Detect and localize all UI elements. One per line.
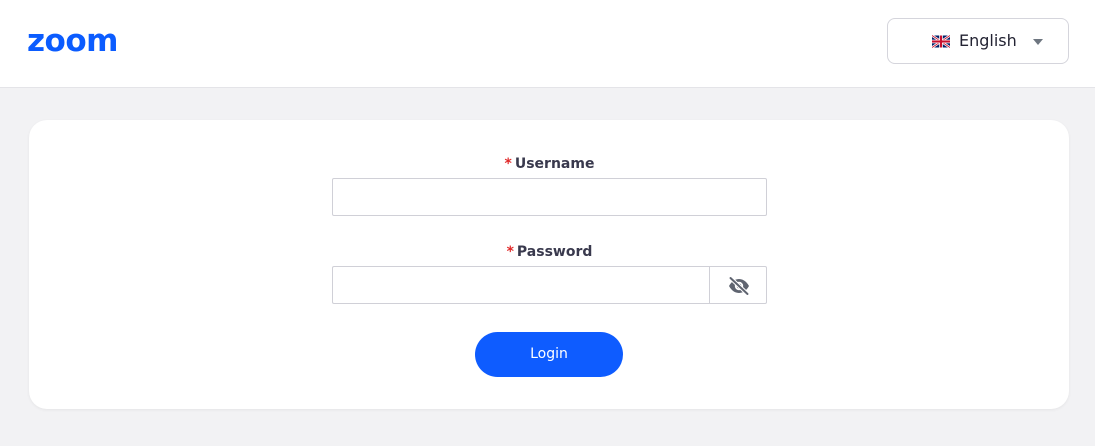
password-label-text: Password: [516, 244, 593, 260]
language-select[interactable]: English: [887, 18, 1069, 64]
toggle-password-visibility-button[interactable]: [709, 266, 767, 304]
username-label: * Username: [332, 155, 767, 173]
username-label-text: Username: [514, 156, 595, 172]
eye-slash-icon: [728, 276, 750, 296]
required-marker: *: [504, 156, 512, 172]
uk-flag-icon: [932, 35, 950, 48]
top-header: zoom English: [0, 0, 1095, 88]
login-card: * Username * Password Login: [29, 120, 1069, 409]
language-label: English: [959, 31, 1017, 50]
caret-down-icon: [1033, 39, 1043, 45]
required-marker: *: [506, 244, 514, 260]
zoom-logo[interactable]: zoom: [27, 22, 118, 60]
password-input[interactable]: [332, 266, 710, 304]
password-label: * Password: [332, 243, 767, 261]
username-input[interactable]: [332, 178, 767, 216]
login-button[interactable]: Login: [475, 332, 623, 377]
